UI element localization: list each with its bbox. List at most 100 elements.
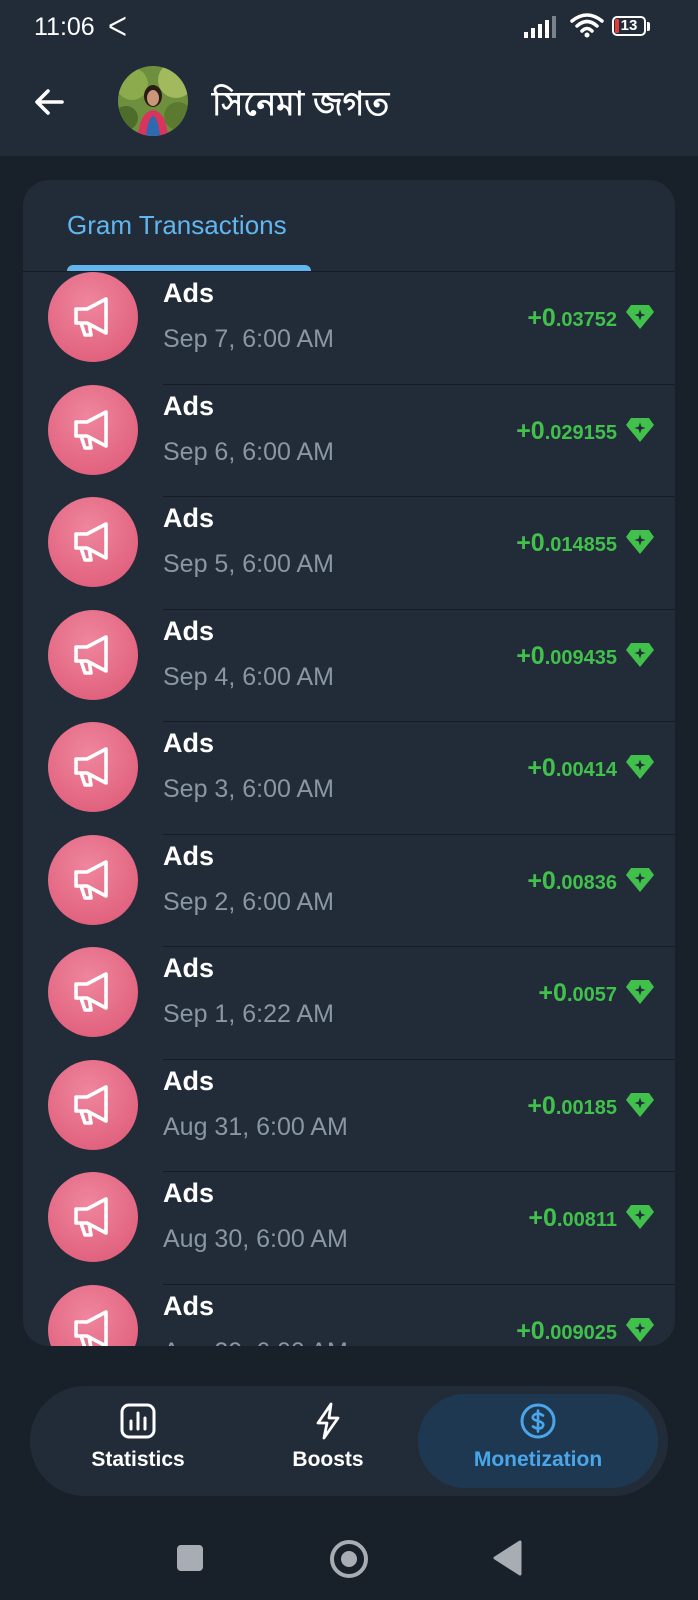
battery-icon: 13: [612, 16, 652, 38]
transaction-title: Ads: [163, 728, 215, 758]
transaction-date: Sep 6, 6:00 AM: [163, 437, 334, 466]
bottom-tab-bar: Statistics Boosts Monetization: [30, 1386, 668, 1496]
megaphone-icon: [74, 634, 108, 675]
amount-fraction: .00414: [555, 759, 617, 781]
megaphone-icon: [74, 1309, 108, 1346]
diamond-icon: [626, 417, 654, 442]
megaphone-icon: [74, 297, 108, 337]
amount-fraction: .014855: [544, 534, 617, 556]
transaction-title: Ads: [163, 278, 215, 308]
tab-label: Statistics: [91, 1448, 185, 1471]
transaction-date: Aug 30, 6:00 AM: [163, 1225, 348, 1253]
diamond-icon: [626, 867, 654, 892]
transaction-row[interactable]: Ads Aug 29, 6:00 AM +0.009025: [23, 1284, 675, 1346]
transaction-row[interactable]: Ads Sep 1, 6:22 AM +0.0057: [23, 947, 675, 1060]
transaction-date: Sep 5, 6:00 AM: [163, 550, 334, 578]
arrow-left-icon[interactable]: [30, 82, 70, 122]
megaphone-icon: [74, 972, 108, 1012]
amount-integer: +0: [527, 1091, 556, 1120]
megaphone-icon: [74, 1197, 108, 1237]
nav-back-icon[interactable]: [492, 1540, 522, 1576]
ads-icon: [48, 1284, 138, 1346]
transaction-row[interactable]: Ads Aug 30, 6:00 AM +0.00811: [23, 1172, 675, 1285]
transactions-list[interactable]: Ads Sep 7, 6:00 AM +0.03752 Ads Sep 6, 6:00 …: [23, 272, 675, 1346]
amount-integer: +0: [527, 866, 556, 895]
transaction-amount: +0.009025: [516, 1317, 617, 1346]
megaphone-icon: [74, 747, 108, 787]
ads-icon: [48, 947, 138, 1037]
channel-avatar[interactable]: [118, 66, 188, 136]
amount-integer: +0: [516, 641, 545, 670]
ads-icon: [48, 834, 138, 925]
amount-fraction: .009435: [544, 646, 617, 669]
wifi-icon: [570, 13, 604, 38]
transaction-date: Sep 3, 6:00 AM: [163, 775, 334, 803]
transaction-title: Ads: [163, 1065, 215, 1096]
transaction-row[interactable]: Ads Sep 2, 6:00 AM +0.00836: [23, 834, 675, 947]
transaction-amount: +0.00836: [527, 867, 617, 896]
channel-header: সিনেমা জগত: [0, 52, 698, 156]
transaction-row[interactable]: Ads Aug 31, 6:00 AM +0.00185: [23, 1059, 675, 1172]
amount-fraction: .03752: [555, 309, 617, 331]
transaction-title: Ads: [163, 390, 215, 421]
channel-title: সিনেমা জগত: [212, 85, 390, 122]
amount-integer: +0: [516, 416, 545, 445]
transaction-amount: +0.014855: [516, 529, 617, 558]
system-nav-bar: [0, 1510, 698, 1600]
amount-integer: +0: [527, 304, 556, 332]
transaction-title: Ads: [163, 1290, 215, 1321]
transaction-row[interactable]: Ads Sep 6, 6:00 AM +0.029155: [23, 384, 675, 497]
transaction-row[interactable]: Ads Sep 3, 6:00 AM +0.00414: [23, 722, 675, 835]
transaction-amount: +0.03752: [527, 304, 617, 333]
transaction-row[interactable]: Ads Sep 5, 6:00 AM +0.014855: [23, 497, 675, 610]
carrier-icon: ᐸ: [108, 12, 127, 42]
tab-gram-transactions[interactable]: Gram Transactions: [67, 210, 287, 241]
amount-fraction: .00836: [555, 871, 617, 894]
transaction-amount: +0.009435: [516, 642, 617, 671]
transaction-amount: +0.0057: [538, 979, 617, 1008]
amount-integer: +0: [528, 1204, 557, 1232]
home-icon[interactable]: [330, 1540, 368, 1578]
tab-monetization[interactable]: Monetization: [418, 1394, 658, 1488]
amount-fraction: .00811: [556, 1209, 617, 1231]
battery-level: 13: [620, 17, 638, 34]
transaction-title: Ads: [163, 840, 215, 871]
megaphone-icon: [74, 1084, 108, 1125]
diamond-icon: [626, 1317, 654, 1342]
ads-icon: [48, 609, 138, 700]
transactions-card: Gram Transactions Ads Sep 7, 6:00 AM +0.03…: [23, 180, 675, 1346]
tab-label: Boosts: [292, 1448, 364, 1471]
transaction-title: Ads: [163, 953, 215, 983]
ads-icon: [48, 384, 138, 475]
amount-integer: +0: [516, 1316, 545, 1345]
diamond-icon: [626, 1092, 654, 1117]
transaction-title: Ads: [163, 615, 215, 646]
transaction-date: Aug 31, 6:00 AM: [163, 1112, 348, 1141]
diamond-icon: [626, 1205, 654, 1229]
lightning-icon: [316, 1402, 340, 1440]
recents-icon[interactable]: [177, 1545, 203, 1571]
transaction-title: Ads: [163, 503, 215, 533]
dollar-circle-icon: [520, 1403, 556, 1439]
amount-fraction: .00185: [555, 1096, 617, 1119]
signal-icon: [524, 16, 556, 38]
tab-boosts[interactable]: Boosts: [238, 1394, 418, 1488]
transaction-title: Ads: [163, 1178, 215, 1208]
transaction-row[interactable]: Ads Sep 7, 6:00 AM +0.03752: [23, 272, 675, 385]
transaction-row[interactable]: Ads Sep 4, 6:00 AM +0.009435: [23, 609, 675, 722]
transaction-date: Sep 7, 6:00 AM: [163, 325, 334, 353]
tab-statistics[interactable]: Statistics: [48, 1394, 228, 1488]
diamond-icon: [626, 755, 654, 779]
megaphone-icon: [74, 522, 108, 562]
diamond-icon: [626, 305, 654, 329]
ads-icon: [48, 497, 138, 587]
megaphone-icon: [74, 409, 108, 450]
transaction-amount: +0.029155: [516, 417, 617, 446]
transaction-amount: +0.00811: [528, 1204, 617, 1233]
amount-integer: +0: [516, 529, 545, 557]
ads-icon: [48, 722, 138, 812]
ads-icon: [48, 1059, 138, 1150]
amount-fraction: .0057: [566, 984, 617, 1006]
status-bar: 11:06 ᐸ 13: [0, 0, 698, 52]
amount-fraction: .009025: [544, 1321, 617, 1344]
